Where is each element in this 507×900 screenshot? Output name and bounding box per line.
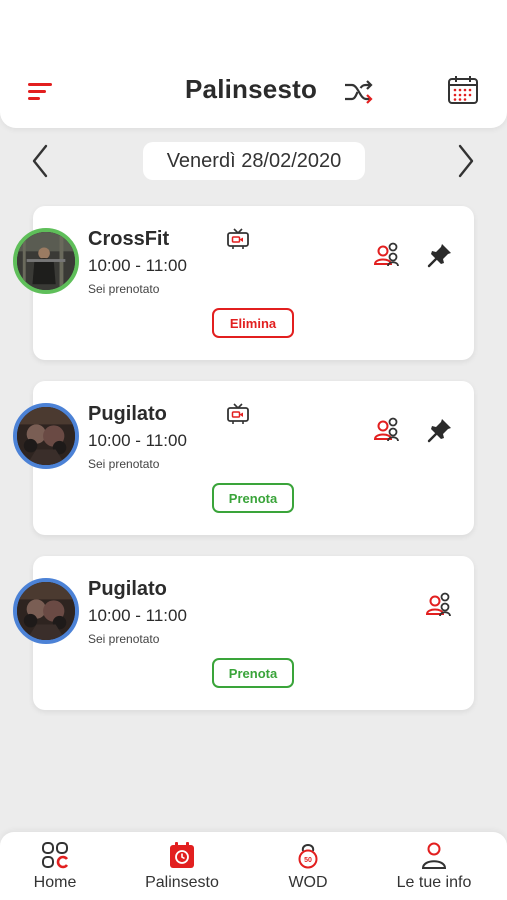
crossfit-photo-icon bbox=[17, 232, 75, 290]
delete-booking-button[interactable]: Elimina bbox=[212, 308, 294, 338]
class-time: 10:00 - 11:00 bbox=[88, 256, 187, 275]
video-icon bbox=[227, 403, 249, 424]
menu-icon[interactable] bbox=[26, 80, 56, 102]
class-avatar bbox=[13, 403, 79, 469]
nav-item-home[interactable]: Home bbox=[0, 840, 110, 896]
class-card[interactable]: CrossFit 10:00 - 11:00 Sei prenotato Eli… bbox=[13, 206, 474, 360]
nav-label: Home bbox=[33, 874, 77, 891]
class-avatar bbox=[13, 578, 79, 644]
nav-item-palinsesto[interactable]: Palinsesto bbox=[127, 840, 237, 896]
class-card[interactable]: Pugilato 10:00 - 11:00 Sei prenotato Pre… bbox=[13, 556, 474, 710]
shuffle-icon[interactable] bbox=[342, 76, 376, 108]
page-title: Palinsesto bbox=[185, 74, 318, 104]
class-time: 10:00 - 11:00 bbox=[88, 431, 187, 450]
user-icon bbox=[421, 842, 447, 869]
book-button[interactable]: Prenota bbox=[212, 483, 294, 513]
nav-label: Le tue info bbox=[396, 874, 472, 891]
app-header: Palinsesto bbox=[0, 0, 507, 128]
booking-status: Sei prenotato bbox=[88, 632, 160, 646]
chevron-left-icon[interactable] bbox=[28, 142, 52, 180]
svg-text:50: 50 bbox=[304, 857, 312, 864]
nav-label: Palinsesto bbox=[145, 874, 219, 891]
date-display[interactable]: Venerdì 28/02/2020 bbox=[143, 142, 365, 180]
chevron-right-icon[interactable] bbox=[454, 142, 478, 180]
bottom-navigation: Home Palinsesto 50 WOD Le tue info bbox=[0, 832, 507, 900]
boxing-photo-icon bbox=[17, 582, 75, 640]
pin-icon[interactable] bbox=[427, 242, 453, 268]
class-time: 10:00 - 11:00 bbox=[88, 606, 187, 625]
boxing-photo-icon bbox=[17, 407, 75, 465]
class-name: Pugilato bbox=[88, 403, 167, 425]
nav-label: WOD bbox=[288, 874, 328, 891]
date-navigator: Venerdì 28/02/2020 bbox=[0, 140, 507, 184]
calendar-clock-icon bbox=[170, 842, 194, 868]
booking-status: Sei prenotato bbox=[88, 282, 160, 296]
calendar-icon[interactable] bbox=[446, 74, 480, 106]
class-card[interactable]: Pugilato 10:00 - 11:00 Sei prenotato Pre… bbox=[13, 381, 474, 535]
video-icon bbox=[227, 228, 249, 249]
pin-icon[interactable] bbox=[427, 417, 453, 443]
class-name: Pugilato bbox=[88, 578, 167, 600]
booking-status: Sei prenotato bbox=[88, 457, 160, 471]
participants-icon[interactable] bbox=[425, 592, 453, 618]
nav-item-profile[interactable]: Le tue info bbox=[379, 840, 489, 896]
class-name: CrossFit bbox=[88, 228, 170, 250]
participants-icon[interactable] bbox=[373, 417, 401, 443]
kettlebell-icon: 50 bbox=[298, 844, 318, 869]
book-button[interactable]: Prenota bbox=[212, 658, 294, 688]
nav-item-wod[interactable]: 50 WOD bbox=[253, 840, 363, 896]
home-grid-icon bbox=[42, 842, 69, 869]
participants-icon[interactable] bbox=[373, 242, 401, 268]
class-avatar bbox=[13, 228, 79, 294]
